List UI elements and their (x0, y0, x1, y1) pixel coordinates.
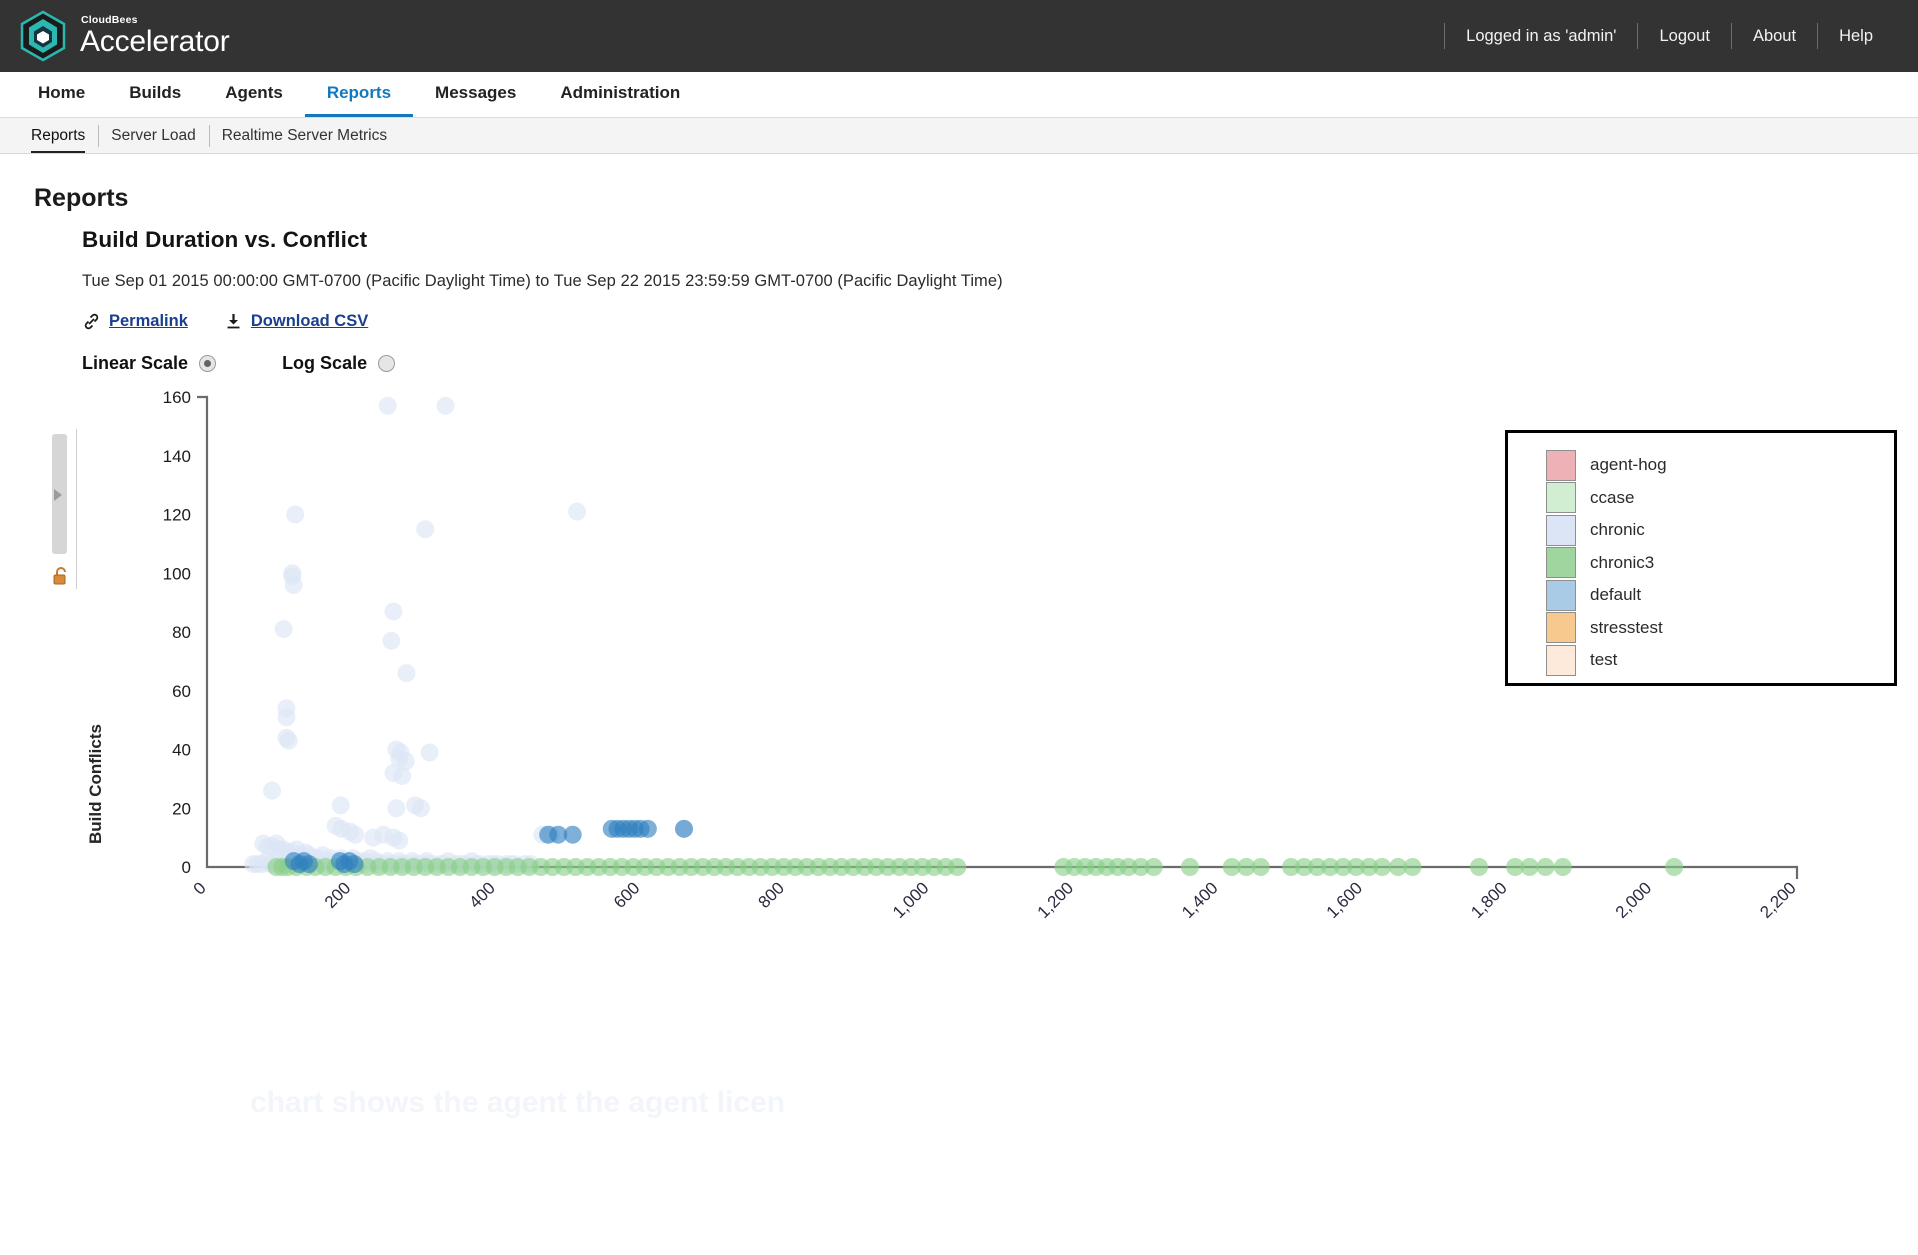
y-axis-label: Build Conflicts (86, 724, 105, 844)
nav-item-agents[interactable]: Agents (203, 72, 305, 117)
svg-text:800: 800 (755, 878, 788, 911)
report-date-range: Tue Sep 01 2015 00:00:00 GMT-0700 (Pacif… (82, 272, 1003, 290)
page-body: Reports agent-hog ccase chronic chronic3 (0, 184, 1918, 1119)
nav-item-home[interactable]: Home (16, 72, 107, 117)
subnav-item-reports[interactable]: Reports (18, 119, 98, 153)
divider (1444, 23, 1446, 49)
logout-link[interactable]: Logout (1640, 21, 1728, 52)
svg-text:60: 60 (172, 682, 191, 701)
svg-text:1,800: 1,800 (1467, 878, 1511, 922)
svg-text:20: 20 (172, 799, 191, 818)
brand-title: Accelerator (80, 25, 230, 59)
account-links: Logged in as 'admin' Logout About Help (1442, 21, 1892, 52)
svg-text:200: 200 (321, 878, 354, 911)
svg-text:0: 0 (190, 878, 210, 898)
svg-text:160: 160 (163, 388, 191, 407)
linear-scale-radio[interactable] (199, 355, 217, 372)
logged-in-user-label: Logged in as 'admin' (1466, 26, 1617, 45)
secondary-navigation: Reports Server Load Realtime Server Metr… (0, 118, 1918, 154)
svg-text:0: 0 (182, 858, 191, 877)
series-chronic (244, 396, 693, 874)
linear-scale-option[interactable]: Linear Scale (82, 353, 217, 374)
help-link[interactable]: Help (1820, 21, 1892, 52)
nav-item-messages[interactable]: Messages (413, 72, 538, 117)
download-csv-label: Download CSV (250, 312, 369, 330)
report-title: Build Duration vs. Conflict (82, 227, 368, 252)
svg-text:120: 120 (163, 506, 191, 525)
chart-canvas: 0 20 40 60 80 100 120 140 160 0 200 400 600 800 1,000 1… (163, 388, 1800, 922)
report-card: Build Duration vs. Conflict Tue Sep 01 2… (82, 227, 1918, 374)
scale-selector: Linear Scale Log Scale (82, 353, 1918, 374)
svg-text:400: 400 (465, 878, 498, 911)
brand-logo-group: CloudBees Accelerator (18, 10, 230, 62)
permalink-link[interactable]: Permalink (82, 312, 188, 331)
divider (1817, 23, 1819, 49)
svg-text:1,600: 1,600 (1323, 878, 1367, 922)
svg-text:600: 600 (610, 878, 643, 911)
svg-text:2,200: 2,200 (1756, 878, 1800, 922)
divider (1730, 23, 1732, 49)
nav-item-reports[interactable]: Reports (304, 72, 414, 117)
top-header-bar: CloudBees Accelerator Logged in as 'admi… (0, 0, 1918, 72)
svg-text:40: 40 (172, 741, 191, 760)
report-actions: Permalink Download CSV (82, 312, 1918, 331)
subnav-item-server-load[interactable]: Server Load (98, 119, 208, 153)
permalink-label: Permalink (109, 312, 188, 330)
chart-watermark: chart shows the agent the agent licen (250, 1086, 786, 1119)
divider (1637, 23, 1639, 49)
linear-scale-label: Linear Scale (82, 353, 189, 373)
download-csv-link[interactable]: Download CSV (224, 312, 368, 331)
svg-text:140: 140 (163, 447, 191, 466)
primary-navigation: Home Builds Agents Reports Messages Admi… (0, 72, 1918, 118)
page-title: Reports (34, 184, 129, 212)
subnav-item-realtime-server-metrics[interactable]: Realtime Server Metrics (208, 119, 400, 153)
nav-item-builds[interactable]: Builds (107, 72, 203, 117)
log-scale-label: Log Scale (282, 353, 368, 373)
download-arrow-icon (224, 312, 243, 331)
link-chain-icon (82, 312, 101, 331)
nav-item-administration[interactable]: Administration (538, 72, 702, 117)
log-scale-radio[interactable] (378, 355, 396, 372)
log-scale-option[interactable]: Log Scale (282, 353, 396, 374)
svg-text:2,000: 2,000 (1612, 878, 1656, 922)
cloudbees-hexagon-logo-icon (18, 10, 68, 62)
svg-text:1,200: 1,200 (1034, 878, 1078, 922)
svg-text:1,000: 1,000 (889, 878, 933, 922)
svg-text:1,400: 1,400 (1178, 878, 1222, 922)
brand-subtitle: CloudBees (81, 13, 138, 26)
scatter-chart: chart shows the agent the agent licen 0 2… (0, 386, 1918, 1119)
svg-text:100: 100 (163, 564, 191, 583)
about-link[interactable]: About (1734, 21, 1815, 52)
svg-text:80: 80 (172, 623, 191, 642)
